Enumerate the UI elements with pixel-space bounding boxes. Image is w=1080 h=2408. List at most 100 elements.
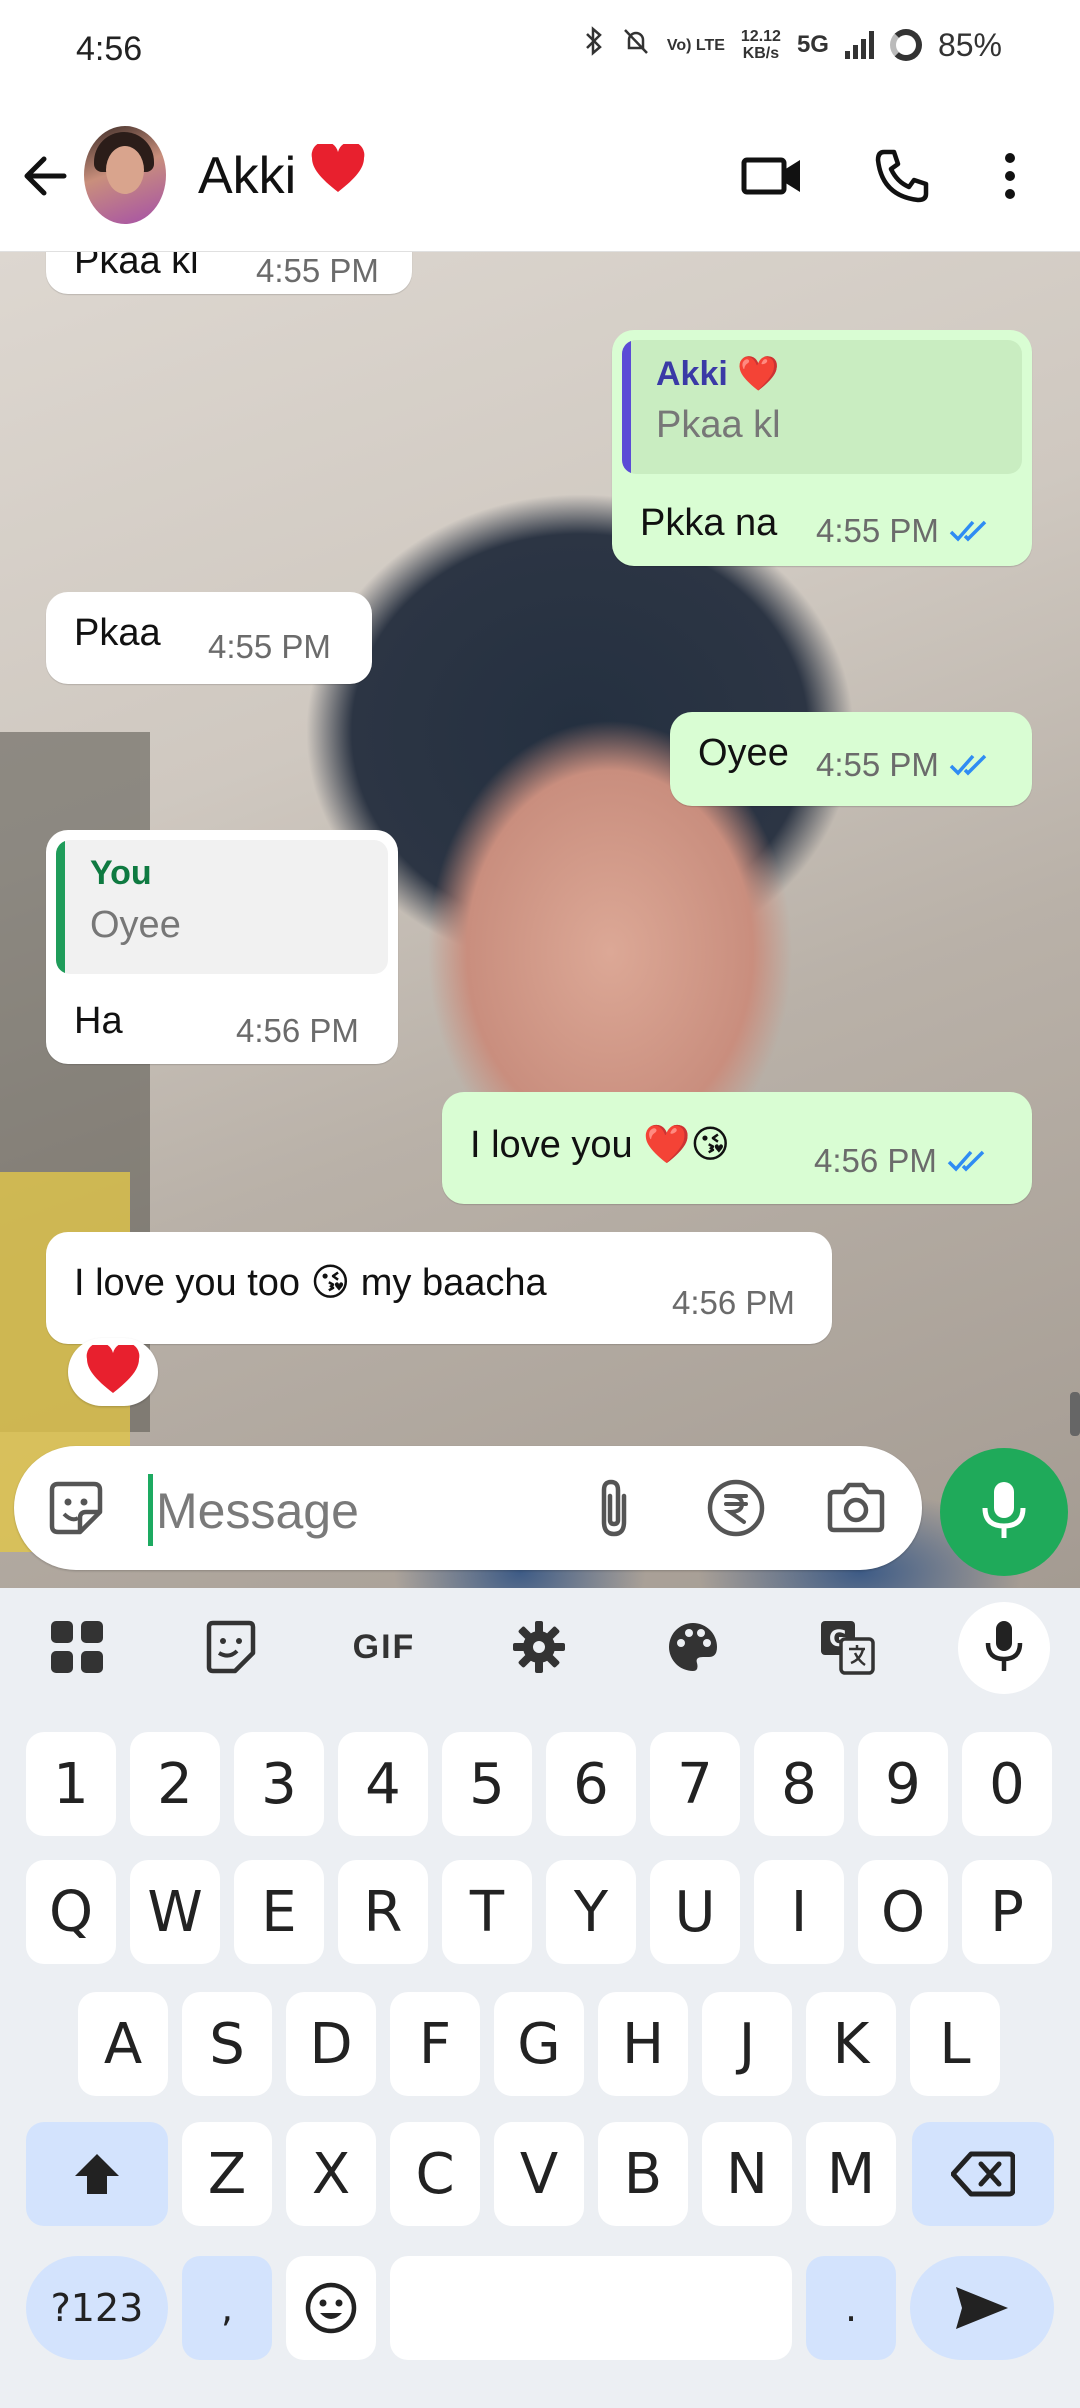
key-i[interactable]: I: [754, 1860, 844, 1964]
key-0[interactable]: 0: [962, 1732, 1052, 1836]
scrollbar[interactable]: [1070, 1392, 1080, 1436]
video-call-icon[interactable]: [740, 146, 804, 206]
attach-icon[interactable]: [582, 1476, 646, 1540]
avatar[interactable]: [84, 126, 166, 224]
rupee-payment-icon[interactable]: [704, 1476, 768, 1540]
message-incoming[interactable]: Pkaa kl 4:55 PM: [46, 252, 412, 294]
key-l[interactable]: L: [910, 1992, 1000, 2096]
speed-unit: KB/s: [742, 45, 780, 62]
message-outgoing[interactable]: Akki ❤️ Pkaa kl Pkka na 4:55 PM: [612, 330, 1032, 566]
message-text: Ha: [74, 1000, 123, 1042]
network-speed: 12.12 KB/s: [741, 28, 781, 62]
key-8[interactable]: 8: [754, 1732, 844, 1836]
key-2[interactable]: 2: [130, 1732, 220, 1836]
contact-name[interactable]: Akki: [198, 141, 366, 207]
key-a[interactable]: A: [78, 1992, 168, 2096]
key-z[interactable]: Z: [182, 2122, 272, 2226]
key-6[interactable]: 6: [546, 1732, 636, 1836]
key-4[interactable]: 4: [338, 1732, 428, 1836]
voice-record-button[interactable]: [940, 1448, 1068, 1576]
shift-key[interactable]: [26, 2122, 168, 2226]
key-c[interactable]: C: [390, 2122, 480, 2226]
key-r[interactable]: R: [338, 1860, 428, 1964]
quoted-message[interactable]: Akki ❤️ Pkaa kl: [622, 340, 1022, 474]
keyboard-voice-button[interactable]: [958, 1602, 1050, 1694]
key-3[interactable]: 3: [234, 1732, 324, 1836]
key-5[interactable]: 5: [442, 1732, 532, 1836]
message-time: 4:56 PM: [814, 1142, 991, 1180]
key-t[interactable]: T: [442, 1860, 532, 1964]
key-7[interactable]: 7: [650, 1732, 740, 1836]
message-incoming[interactable]: You Oyee Ha 4:56 PM: [46, 830, 398, 1064]
mute-bell-icon: [621, 26, 651, 64]
key-y[interactable]: Y: [546, 1860, 636, 1964]
apps-grid-icon[interactable]: [42, 1614, 112, 1680]
message-text: I love you too 😘 my baacha: [74, 1262, 547, 1304]
quoted-message[interactable]: You Oyee: [56, 840, 388, 974]
translate-icon[interactable]: G: [812, 1614, 882, 1680]
backspace-key[interactable]: [912, 2122, 1054, 2226]
contact-name-text: Akki: [198, 146, 297, 205]
mic-icon: [979, 1478, 1029, 1547]
space-key[interactable]: [390, 2256, 792, 2360]
emoji-key[interactable]: [286, 2256, 376, 2360]
message-text: Pkka na: [640, 502, 778, 544]
comma-key[interactable]: ,: [182, 2256, 272, 2360]
quoted-text: Oyee: [90, 904, 181, 946]
key-g[interactable]: G: [494, 1992, 584, 2096]
theme-palette-icon[interactable]: [658, 1614, 728, 1680]
message-outgoing[interactable]: Oyee 4:55 PM: [670, 712, 1032, 806]
time-text: 4:55 PM: [816, 512, 939, 549]
message-time: 4:55 PM: [816, 512, 993, 550]
key-s[interactable]: S: [182, 1992, 272, 2096]
message-incoming[interactable]: I love you too 😘 my baacha 4:56 PM: [46, 1232, 832, 1344]
key-m[interactable]: M: [806, 2122, 896, 2226]
gif-button[interactable]: GIF: [348, 1614, 420, 1680]
keyboard-toolbar: GIF G: [0, 1588, 1080, 1706]
back-arrow-icon[interactable]: [20, 146, 70, 206]
reaction-heart-icon: [85, 1342, 141, 1400]
key-e[interactable]: E: [234, 1860, 324, 1964]
message-time: 4:55 PM: [208, 628, 331, 665]
shift-arrow-icon: [75, 2154, 119, 2194]
more-options-icon[interactable]: [990, 146, 1030, 206]
key-f[interactable]: F: [390, 1992, 480, 2096]
key-p[interactable]: P: [962, 1860, 1052, 1964]
symbols-key[interactable]: ?123: [26, 2256, 168, 2360]
keyboard-mic-icon: [984, 1619, 1024, 1678]
message-input-bar[interactable]: Message: [14, 1446, 922, 1570]
key-x[interactable]: X: [286, 2122, 376, 2226]
key-h[interactable]: H: [598, 1992, 688, 2096]
key-q[interactable]: Q: [26, 1860, 116, 1964]
phone-call-icon[interactable]: [872, 146, 936, 206]
camera-icon[interactable]: [824, 1476, 888, 1540]
sticker-icon[interactable]: [44, 1476, 108, 1540]
key-v[interactable]: V: [494, 2122, 584, 2226]
sticker-keyboard-icon[interactable]: [196, 1614, 266, 1680]
message-time: 4:56 PM: [236, 1012, 359, 1049]
message-outgoing[interactable]: I love you ❤️😘 4:56 PM: [442, 1092, 1032, 1204]
key-u[interactable]: U: [650, 1860, 740, 1964]
period-key[interactable]: .: [806, 2256, 896, 2360]
key-n[interactable]: N: [702, 2122, 792, 2226]
message-time: 4:55 PM: [256, 252, 379, 289]
key-1[interactable]: 1: [26, 1732, 116, 1836]
key-o[interactable]: O: [858, 1860, 948, 1964]
key-k[interactable]: K: [806, 1992, 896, 2096]
message-placeholder[interactable]: Message: [156, 1482, 359, 1540]
time-text: 4:56 PM: [814, 1142, 937, 1179]
key-w[interactable]: W: [130, 1860, 220, 1964]
key-j[interactable]: J: [702, 1992, 792, 2096]
settings-gear-icon[interactable]: [504, 1614, 574, 1680]
key-9[interactable]: 9: [858, 1732, 948, 1836]
time-text: 4:55 PM: [816, 746, 939, 783]
key-b[interactable]: B: [598, 2122, 688, 2226]
key-d[interactable]: D: [286, 1992, 376, 2096]
message-text: Pkaa kl: [74, 252, 199, 282]
chat-area[interactable]: Pkaa kl 4:55 PM Akki ❤️ Pkaa kl Pkka na …: [0, 252, 1080, 1588]
status-bar: 4:56 Vo) LTE 12.12 KB/s 5G 85%: [0, 0, 1080, 100]
backspace-icon: [951, 2151, 1015, 2197]
message-reaction[interactable]: [68, 1338, 158, 1406]
message-incoming[interactable]: Pkaa 4:55 PM: [46, 592, 372, 684]
send-key[interactable]: [910, 2256, 1054, 2360]
